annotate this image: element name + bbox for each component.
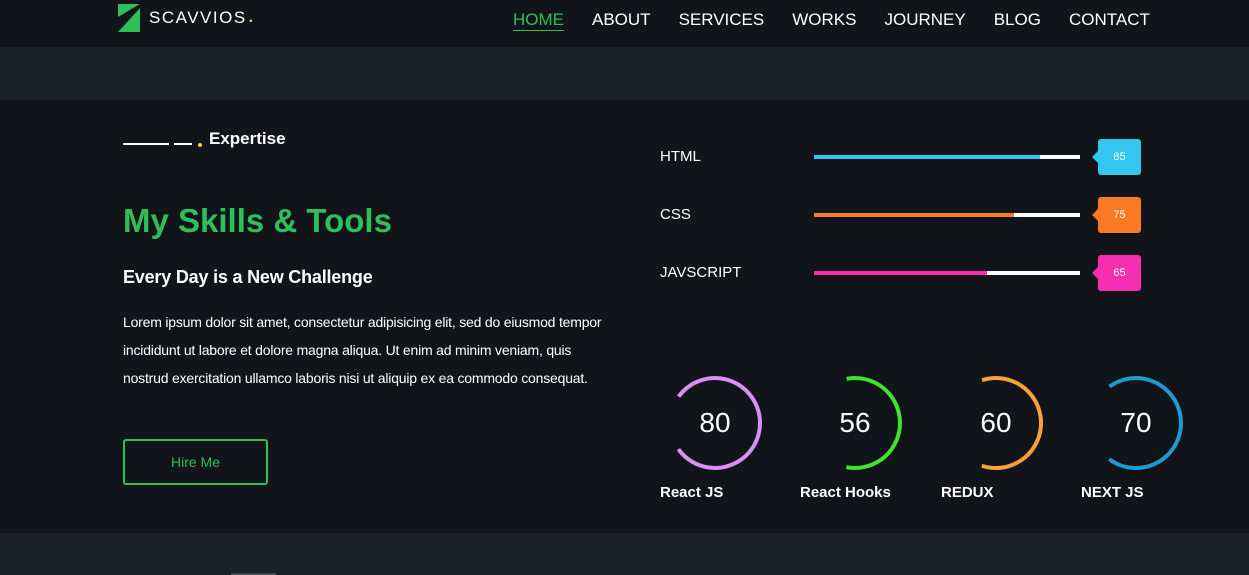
tool-name: React JS xyxy=(660,484,724,501)
main-menu: HOME ABOUT SERVICES WORKS JOURNEY BLOG C… xyxy=(513,10,1178,31)
tool-name: React Hooks xyxy=(800,484,891,501)
skill-bar-css: CSS 75 xyxy=(660,197,1160,233)
section-subtitle: Every Day is a New Challenge xyxy=(123,267,373,287)
section-description: Lorem ipsum dolor sit amet, consectetur … xyxy=(123,314,602,386)
nav-works[interactable]: WORKS xyxy=(792,10,856,31)
skill-value-badge: 85 xyxy=(1092,139,1141,175)
skill-fill xyxy=(814,271,987,275)
skill-track xyxy=(814,271,1080,275)
logo-icon xyxy=(118,4,140,32)
nav-services[interactable]: SERVICES xyxy=(679,10,765,31)
hire-me-button[interactable]: Hire Me xyxy=(123,439,268,485)
tool-percent: 56 xyxy=(839,407,871,438)
skill-fill xyxy=(814,213,1014,217)
skill-value-badge: 65 xyxy=(1092,255,1141,291)
tool-percent: 70 xyxy=(1120,407,1152,438)
skill-value-badge: 75 xyxy=(1092,197,1141,233)
skill-bar-javascript: JAVSCRIPT 65 xyxy=(660,255,1160,291)
section-separator-bottom xyxy=(0,533,1249,575)
tool-circle-next-js: 70 NEXT JS xyxy=(1081,374,1221,504)
top-navbar: SCAVVIOS . HOME ABOUT SERVICES WORKS JOU… xyxy=(0,0,1249,47)
nav-home[interactable]: HOME xyxy=(513,10,564,31)
nav-about[interactable]: ABOUT xyxy=(592,10,651,31)
section-separator-top xyxy=(0,47,1249,100)
section-title: My Skills & Tools xyxy=(123,202,392,239)
nav-blog[interactable]: BLOG xyxy=(994,10,1041,31)
brand-dot: . xyxy=(248,9,254,26)
skill-track xyxy=(814,155,1080,159)
tool-name: NEXT JS xyxy=(1081,484,1144,501)
skill-name: CSS xyxy=(660,206,691,223)
skill-name: JAVSCRIPT xyxy=(660,264,742,281)
tool-circle-react-hooks: 56 React Hooks xyxy=(800,374,940,504)
section-eyebrow: Expertise xyxy=(123,129,286,149)
skill-bar-html: HTML 85 xyxy=(660,139,1160,175)
tool-percent: 60 xyxy=(980,407,1012,438)
tool-circle-redux: 60 REDUX xyxy=(941,374,1081,504)
eyebrow-dash xyxy=(174,143,192,145)
brand-logo[interactable]: SCAVVIOS . xyxy=(118,4,253,32)
tool-circle-react-js: 80 React JS xyxy=(660,374,800,504)
eyebrow-line xyxy=(123,143,169,145)
eyebrow-label: Expertise xyxy=(209,129,286,148)
skill-name: HTML xyxy=(660,148,701,165)
eyebrow-dot xyxy=(198,142,202,147)
skill-track xyxy=(814,213,1080,217)
nav-contact[interactable]: CONTACT xyxy=(1069,10,1150,31)
brand-name: SCAVVIOS xyxy=(149,8,247,27)
tool-percent: 80 xyxy=(699,407,731,438)
tool-name: REDUX xyxy=(941,484,994,501)
nav-journey[interactable]: JOURNEY xyxy=(884,10,965,31)
skill-fill xyxy=(814,155,1041,159)
